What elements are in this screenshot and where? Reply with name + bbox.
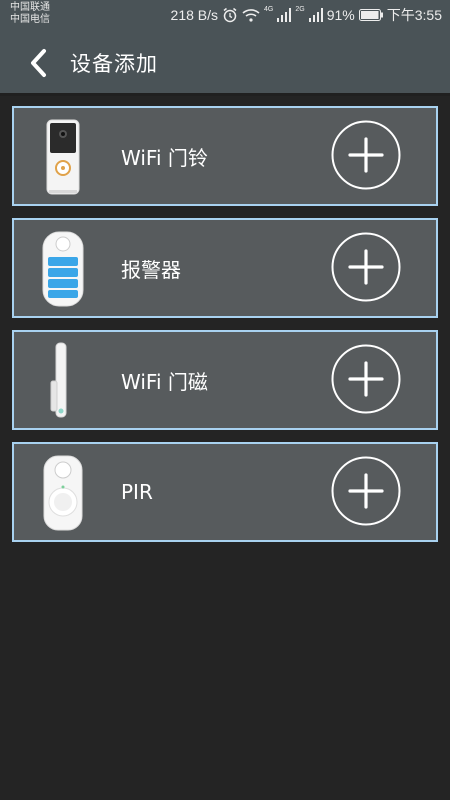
device-item-alarm[interactable]: 报警器 <box>12 218 438 318</box>
carrier-info: 中国联通 中国电信 <box>10 2 50 26</box>
wifi-icon <box>242 8 260 22</box>
header-divider <box>0 93 450 96</box>
network-speed: 218 B/s <box>170 7 219 23</box>
status-bar: 中国联通 中国电信 218 B/s 4G 2G 91% 下午3:55 <box>0 0 450 30</box>
doorbell-icon <box>28 116 98 198</box>
alarm-icon <box>28 228 98 310</box>
alarm-clock-icon <box>222 7 238 23</box>
battery-percent: 91% <box>326 7 355 23</box>
device-item-door-sensor[interactable]: WiFi 门磁 <box>12 330 438 430</box>
battery-icon <box>358 9 383 21</box>
device-list: WiFi 门铃 报警器 WiFi 门磁 PIR <box>12 106 438 554</box>
device-name: PIR <box>121 480 153 504</box>
network-type-1: 4G <box>264 5 274 13</box>
carrier-1: 中国联通 <box>10 2 50 13</box>
chevron-left-icon <box>31 49 46 77</box>
network-type-2: 2G <box>295 5 305 13</box>
clock-time: 下午3:55 <box>386 7 442 23</box>
device-name: WiFi 门铃 <box>121 145 208 170</box>
add-device-button[interactable] <box>331 120 401 190</box>
door-sensor-icon <box>28 340 98 422</box>
carrier-2: 中国电信 <box>10 14 50 25</box>
add-device-button[interactable] <box>331 456 401 526</box>
add-device-button[interactable] <box>331 232 401 302</box>
page-title: 设备添加 <box>70 52 158 76</box>
device-item-doorbell[interactable]: WiFi 门铃 <box>12 106 438 206</box>
status-icons: 218 B/s 4G 2G 91% 下午3:55 <box>171 5 442 25</box>
device-name: WiFi 门磁 <box>121 369 208 394</box>
add-device-button[interactable] <box>331 344 401 414</box>
device-item-pir[interactable]: PIR <box>12 442 438 542</box>
pir-sensor-icon <box>28 452 98 534</box>
app-header: 设备添加 <box>0 30 450 96</box>
back-button[interactable] <box>20 45 56 81</box>
signal-icon-2 <box>308 8 323 22</box>
signal-icon-1 <box>277 8 292 22</box>
device-name: 报警器 <box>121 257 181 282</box>
